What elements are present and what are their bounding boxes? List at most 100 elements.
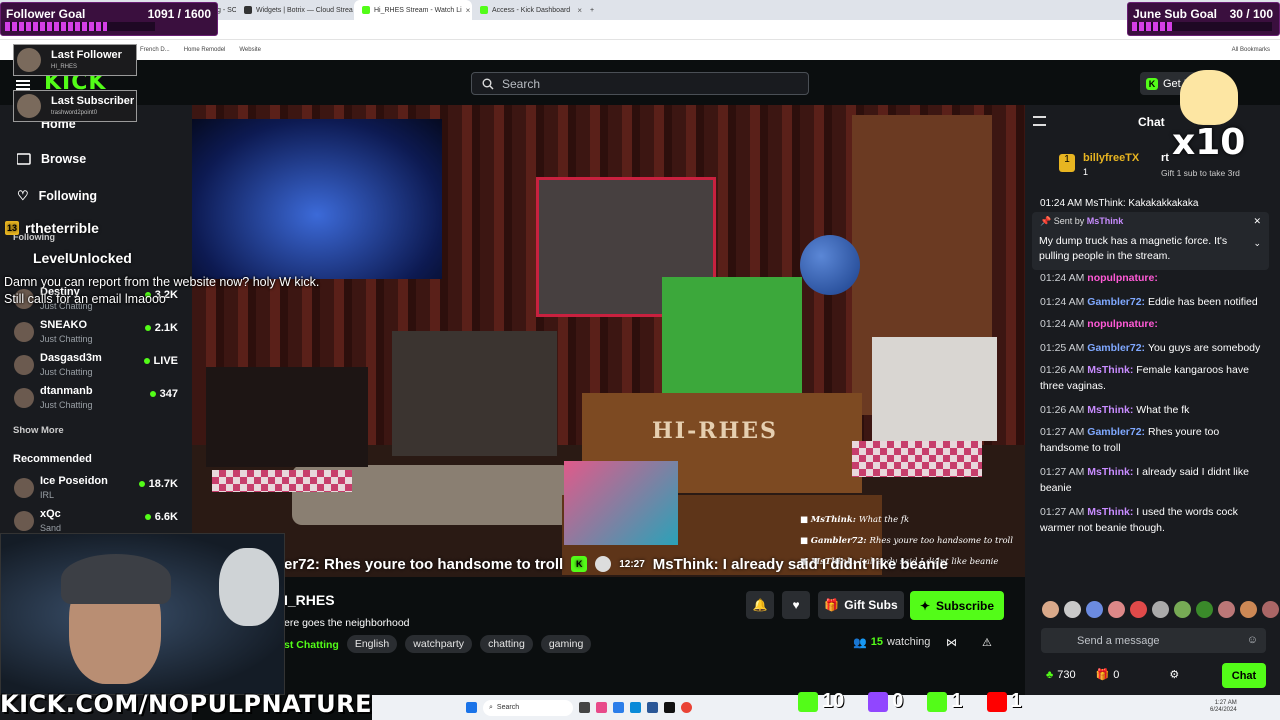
emote-icon[interactable] — [1152, 601, 1169, 618]
gift-count[interactable]: 0 — [1113, 669, 1119, 681]
sidebar-channel[interactable]: Ice Poseidon IRL 18.7K — [14, 475, 184, 505]
message-time: 01:24 AM — [1040, 272, 1088, 284]
heart-icon: ♥ — [792, 598, 800, 612]
points-value[interactable]: 730 — [1057, 669, 1075, 681]
gifter-rank-icon: 1 — [1059, 154, 1075, 172]
taskbar-search[interactable]: ⌕ Search — [483, 699, 573, 716]
channel-name: Dasgasd3m — [40, 352, 102, 364]
platform-icon — [798, 691, 818, 712]
sidebar-item-following[interactable]: ♡ Following — [17, 188, 97, 204]
close-icon[interactable]: × — [577, 6, 582, 15]
emote-icon[interactable] — [1042, 601, 1059, 618]
stream-category[interactable]: st Chatting — [284, 635, 339, 653]
share-icon[interactable]: ⋈ — [946, 636, 957, 649]
emote-icon[interactable] — [1174, 601, 1191, 618]
all-bookmarks[interactable]: All Bookmarks — [1232, 47, 1270, 53]
tag-chatting[interactable]: chatting — [480, 635, 533, 653]
avatar — [14, 388, 34, 408]
chevron-down-icon[interactable]: ⌄ — [1253, 238, 1261, 249]
duck-mascot — [1180, 70, 1238, 125]
show-more-link[interactable]: Show More — [13, 425, 64, 436]
platform-counter: 0 — [868, 690, 903, 713]
message-time: 01:27 AM — [1040, 466, 1088, 478]
message-user[interactable]: Gambler72: — [1087, 342, 1148, 354]
message-user[interactable]: Gambler72: — [1087, 426, 1148, 438]
message-user[interactable]: MsThink: — [1087, 364, 1136, 376]
follow-button[interactable]: ♥ — [782, 591, 810, 619]
emote-bar[interactable] — [1042, 601, 1280, 618]
search-input[interactable]: Search — [471, 72, 809, 95]
gifter-count: 1 — [1083, 167, 1089, 177]
message-user[interactable]: nopulpnature: — [1087, 318, 1158, 330]
tab-favicon-icon — [244, 6, 252, 14]
collapse-chat-icon[interactable] — [1033, 116, 1046, 126]
emote-icon[interactable] — [1240, 601, 1257, 618]
windows-start-icon[interactable] — [466, 702, 477, 713]
subtitle-right: MsThink: I already said I didnt like bea… — [652, 555, 948, 573]
avatar — [14, 511, 34, 531]
sidebar-item-browse[interactable]: Browse — [17, 152, 86, 166]
overlay-chat-user: MsThink: — [810, 515, 859, 525]
cam-window-dim — [206, 367, 368, 467]
emote-icon[interactable] — [1108, 601, 1125, 618]
sidebar-channel[interactable]: dtanmanb Just Chatting 347 — [14, 385, 184, 415]
emoji-icon[interactable]: ☺ — [1247, 634, 1258, 646]
task-view-icon[interactable] — [579, 702, 590, 713]
tag-gaming[interactable]: gaming — [540, 635, 592, 653]
streamer-webcam — [0, 533, 285, 695]
platform-icon — [986, 691, 1007, 712]
bookmark-item[interactable]: French D... — [140, 47, 170, 53]
chrome-icon[interactable] — [681, 702, 692, 713]
browser-tab[interactable]: Hi_RHES Stream - Watch Li × — [354, 0, 472, 20]
emote-icon[interactable] — [1218, 601, 1235, 618]
app-icon[interactable] — [613, 702, 624, 713]
notification-bell-button[interactable]: 🔔 — [746, 591, 774, 619]
chat-input-placeholder: Send a message — [1077, 634, 1160, 647]
channel-name[interactable]: I_RHES — [284, 592, 335, 608]
gear-icon[interactable]: ⚙ — [1169, 668, 1179, 681]
new-tab-button[interactable]: + — [590, 7, 594, 14]
chat-input[interactable]: Send a message ☺ — [1041, 628, 1266, 653]
last-subscriber-name: trashword2point0 — [51, 110, 98, 116]
chat-send-button[interactable]: Chat — [1222, 663, 1266, 688]
close-icon[interactable]: × — [466, 6, 471, 15]
bookmark-item[interactable]: Website — [239, 47, 261, 53]
bookmark-item[interactable]: Home Remodel — [184, 47, 226, 53]
sub-goal-fill — [1132, 22, 1174, 31]
emote-icon[interactable] — [1262, 601, 1279, 618]
message-user[interactable]: MsThink: — [1087, 506, 1136, 518]
emote-icon[interactable] — [1130, 601, 1147, 618]
tag-watchparty[interactable]: watchparty — [405, 635, 473, 653]
emote-icon[interactable] — [1064, 601, 1081, 618]
alert-text: LevelUnlocked — [33, 250, 132, 266]
gift-subs-button[interactable]: 🎁 Gift Subs — [818, 591, 904, 619]
subscribe-button[interactable]: ✦ Subscribe — [910, 591, 1004, 620]
alert-user-line: 13 rtheterrible — [5, 220, 99, 236]
tag-english[interactable]: English — [346, 635, 398, 653]
report-icon[interactable]: ⚠ — [982, 636, 992, 649]
browser-tab[interactable]: Widgets | Botrix — Cloud Strea× — [236, 0, 354, 20]
channel-name: dtanmanb — [40, 385, 93, 397]
platform-counter: 1 — [927, 690, 963, 713]
emote-icon[interactable] — [1196, 601, 1213, 618]
app-icon[interactable] — [596, 702, 607, 713]
message-user[interactable]: MsThink: — [1087, 404, 1136, 416]
message-user[interactable]: nopulpnature: — [1087, 272, 1158, 284]
watching-count: 15 — [870, 636, 883, 648]
sidebar-channel[interactable]: SNEAKO Just Chatting 2.1K — [14, 319, 184, 349]
message-user[interactable]: MsThink: — [1087, 466, 1136, 478]
browser-tab[interactable]: Access - Kick Dashboard × — [472, 0, 590, 20]
sidebar-channel[interactable]: Dasgasd3m Just Chatting LIVE — [14, 352, 184, 382]
unpin-icon[interactable]: ✕ — [1253, 216, 1261, 227]
chat-message: 01:27 AM MsThink: I used the words cock … — [1040, 504, 1268, 536]
live-dot-icon — [138, 481, 145, 487]
viewer-count-value: LIVE — [153, 355, 178, 367]
video-player[interactable]: HI-RHES — [192, 105, 1025, 577]
emote-icon[interactable] — [1086, 601, 1103, 618]
menu-icon[interactable] — [16, 80, 30, 90]
message-user[interactable]: Gambler72: — [1087, 296, 1148, 308]
edge-icon[interactable] — [630, 702, 641, 713]
app-icon[interactable] — [647, 702, 658, 713]
chat-message: 01:26 AM MsThink: What the fk — [1040, 402, 1268, 418]
app-icon[interactable] — [664, 702, 675, 713]
